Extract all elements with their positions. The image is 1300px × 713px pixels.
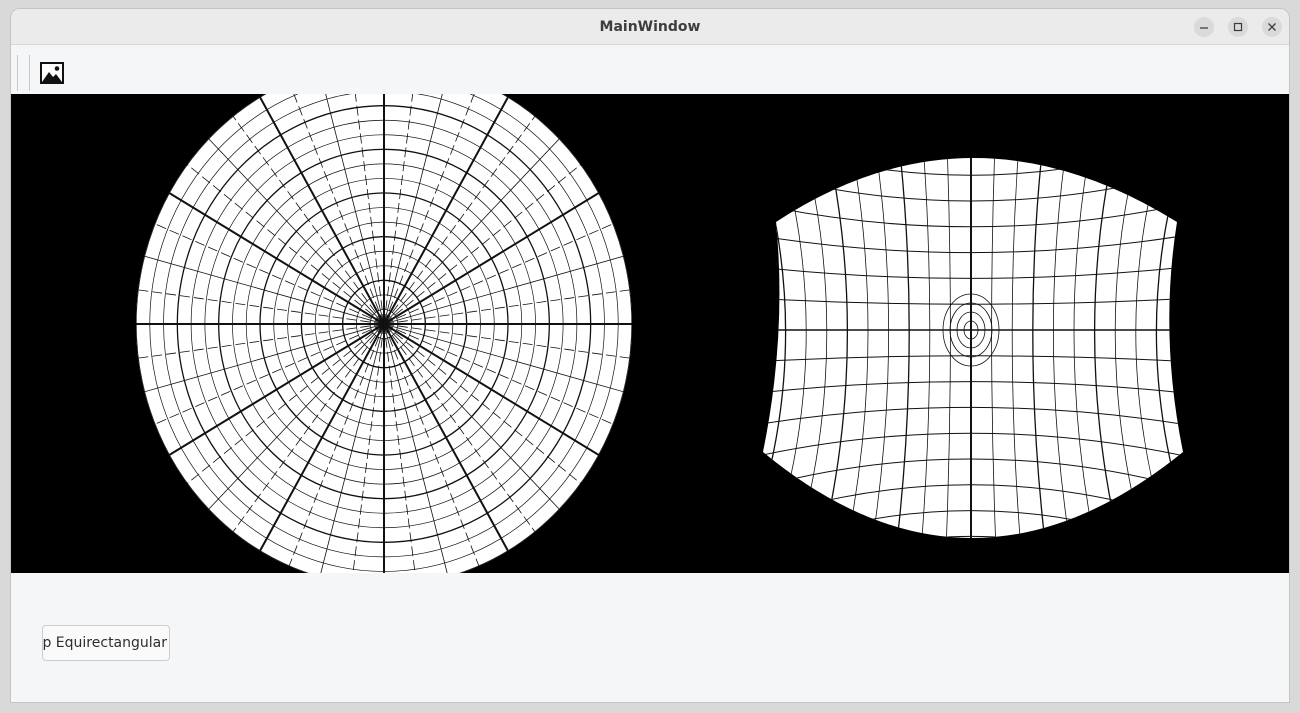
- maximize-button[interactable]: [1228, 17, 1248, 37]
- title-bar: MainWindow: [11, 9, 1289, 45]
- equirectangular-grid-image: [763, 158, 1183, 538]
- window-title: MainWindow: [599, 19, 701, 35]
- close-button[interactable]: [1262, 17, 1282, 37]
- minimize-icon: [1200, 27, 1208, 29]
- toolbar: [11, 45, 1289, 93]
- projection-select[interactable]: FullMap Equirectangular: [42, 625, 170, 661]
- maximize-icon: [1233, 22, 1243, 32]
- fisheye-grid-image: [136, 94, 632, 573]
- toolbar-handle[interactable]: [17, 55, 18, 91]
- minimize-button[interactable]: [1194, 17, 1214, 37]
- bottom-panel: FullMap Equirectangular: [11, 573, 1289, 702]
- open-image-button[interactable]: [40, 61, 64, 85]
- close-icon: [1268, 23, 1276, 31]
- toolbar-separator: [29, 55, 30, 91]
- projection-select-value: FullMap Equirectangular: [42, 635, 167, 651]
- image-icon: [40, 62, 64, 84]
- image-viewer: [11, 94, 1289, 573]
- main-window: MainWindow FullMap Equirectangular: [10, 8, 1290, 703]
